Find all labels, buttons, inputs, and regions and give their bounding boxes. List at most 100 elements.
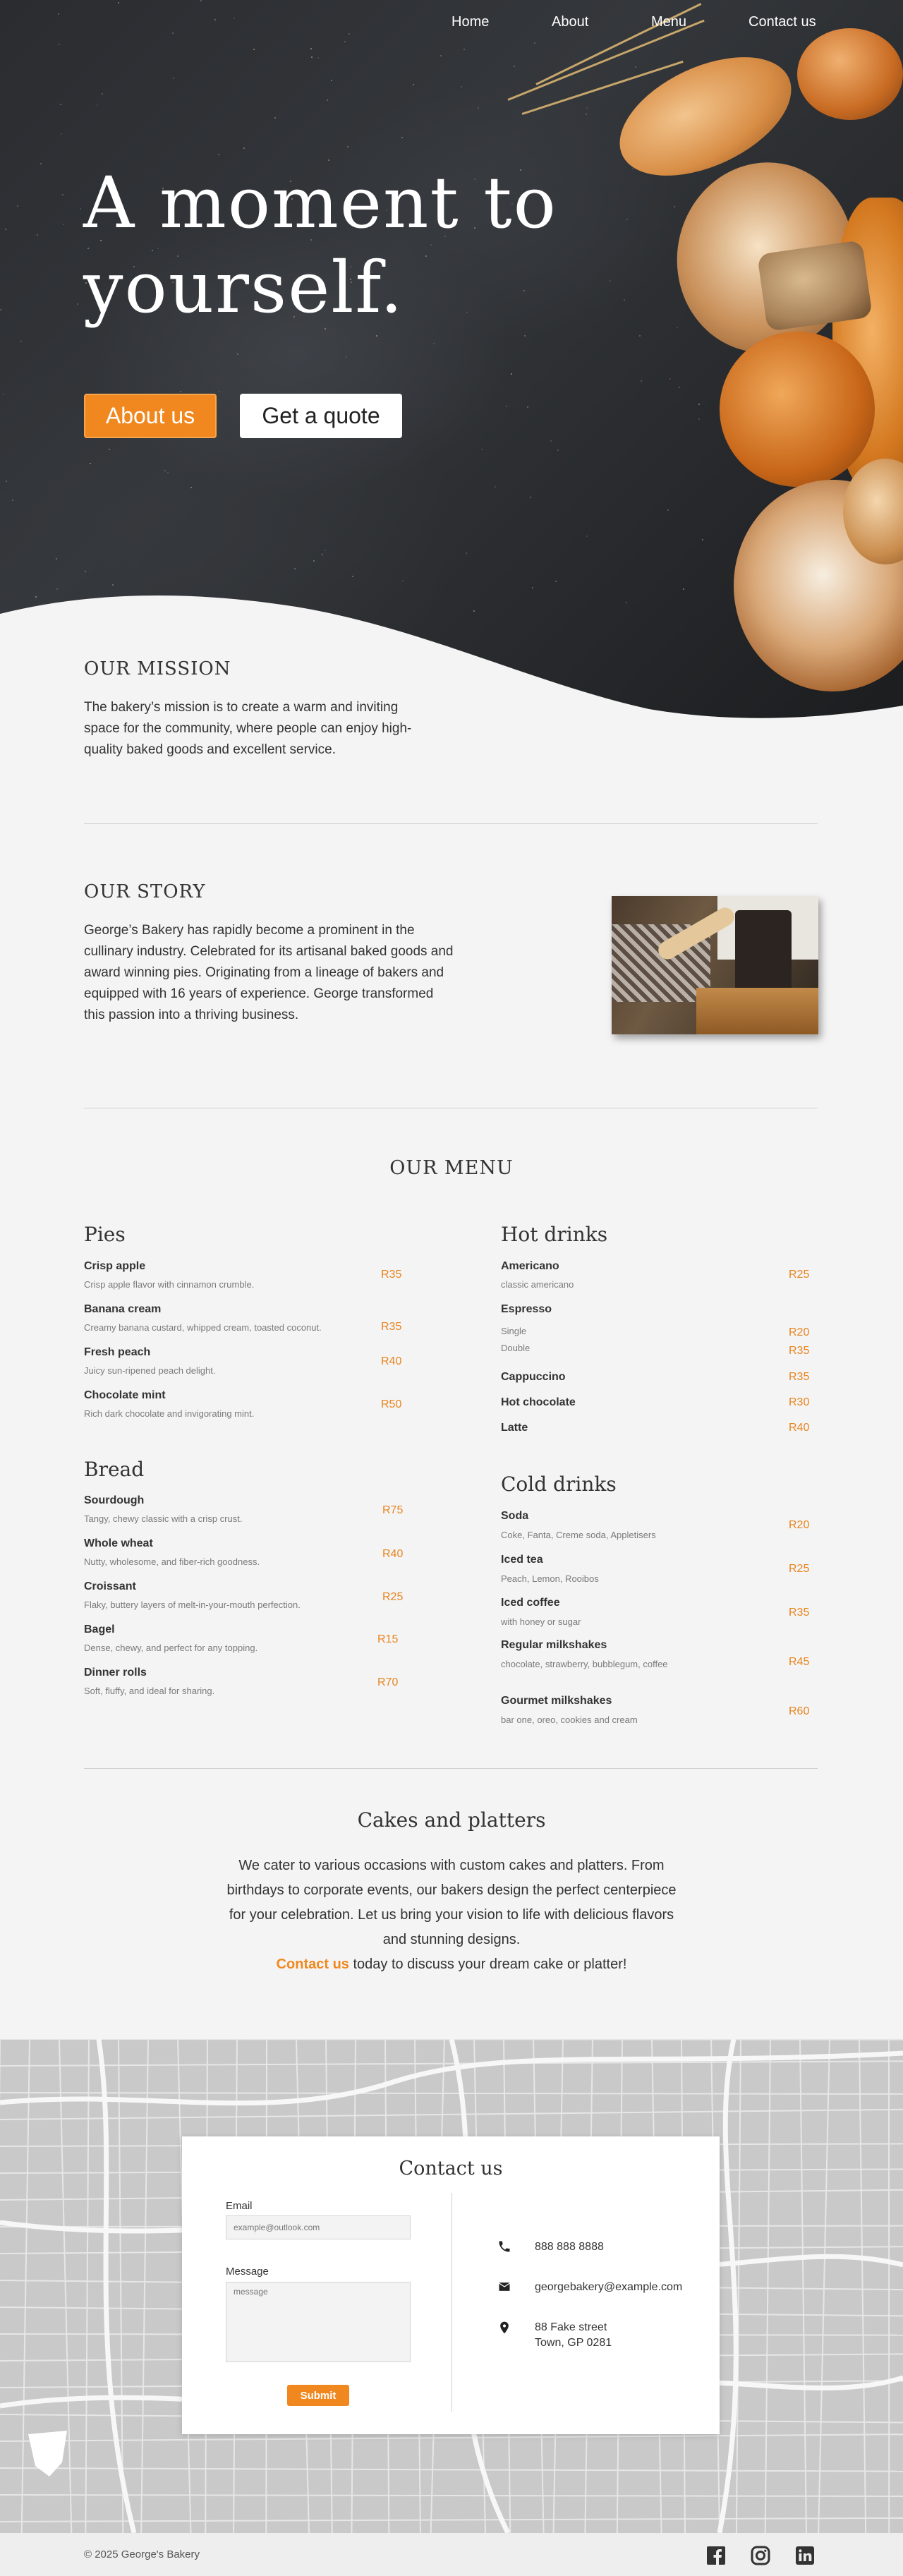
message-label: Message (226, 2266, 269, 2278)
instagram-icon[interactable] (751, 2546, 770, 2565)
menu-item-name: Dinner rolls (84, 1667, 147, 1679)
menu-category-cold-drinks: Cold drinks (501, 1473, 617, 1496)
cakes-cta-text: today to discuss your dream cake or plat… (349, 1957, 627, 1972)
menu-item-price: R35 (381, 1269, 402, 1281)
footer-copyright: © 2025 George's Bakery (84, 2548, 200, 2560)
contact-address-line-2: Town, GP 0281 (535, 2337, 612, 2349)
bread-loaf-image (757, 240, 873, 332)
nav-menu-link[interactable]: Menu (651, 14, 686, 30)
menu-item-description: chocolate, strawberry, bubblegum, coffee (501, 1659, 668, 1669)
menu-title: OUR MENU (389, 1157, 514, 1179)
menu-item-description: Soft, fluffy, and ideal for sharing. (84, 1686, 215, 1696)
mail-icon (499, 2282, 510, 2291)
menu-item-price: R45 (789, 1656, 810, 1668)
mission-heading: OUR MISSION (84, 658, 231, 679)
menu-item-name: Bagel (84, 1623, 115, 1635)
menu-item-price: R40 (381, 1355, 402, 1367)
cakes-text: We cater to various occasions with custo… (226, 1854, 677, 1977)
contact-us-link[interactable]: Contact us (277, 1957, 349, 1972)
contact-card: Contact us Email Message Submit 888 888 … (182, 2136, 720, 2434)
nav-contact-link[interactable]: Contact us (749, 14, 816, 30)
menu-item-name: Americano (501, 1260, 559, 1272)
hero-title-line-1: A moment to (83, 162, 557, 244)
menu-item-description: Nutty, wholesome, and fiber-rich goodnes… (84, 1556, 260, 1567)
menu-item-name: Gourmet milkshakes (501, 1695, 612, 1707)
menu-item-name: Chocolate mint (84, 1389, 166, 1401)
menu-category-hot-drinks: Hot drinks (501, 1223, 608, 1246)
email-field[interactable] (226, 2215, 411, 2239)
menu-item-description: Peach, Lemon, Rooibos (501, 1573, 599, 1584)
contact-title: Contact us (399, 2158, 503, 2179)
baker-photo (612, 896, 818, 1034)
contact-address-line-1: 88 Fake street (535, 2321, 607, 2333)
menu-item-name: Espresso (501, 1303, 552, 1315)
menu-item-price: R30 (789, 1396, 810, 1408)
section-divider (84, 823, 818, 824)
menu-item-description: Rich dark chocolate and invigorating min… (84, 1408, 255, 1419)
menu-item-name: Croissant (84, 1580, 136, 1592)
menu-item-description: Flaky, buttery layers of melt-in-your-mo… (84, 1600, 301, 1610)
menu-item-description: classic americano (501, 1279, 574, 1290)
menu-item-name: Regular milkshakes (501, 1639, 607, 1651)
menu-item-price: R60 (789, 1705, 810, 1717)
menu-item-name: Fresh peach (84, 1346, 151, 1358)
top-navigation: Home About Menu Contact us (0, 0, 903, 44)
menu-item-description: Creamy banana custard, whipped cream, to… (84, 1322, 322, 1333)
menu-category-bread: Bread (84, 1458, 145, 1481)
nav-about-link[interactable]: About (552, 14, 588, 30)
location-pin-icon (500, 2321, 509, 2334)
menu-item-name: Crisp apple (84, 1260, 146, 1272)
menu-item-price: R20 (789, 1519, 810, 1531)
facebook-icon[interactable] (706, 2546, 726, 2565)
menu-item-description: with honey or sugar (501, 1616, 581, 1627)
hero-section: Home About Menu Contact us A moment to y… (0, 0, 903, 720)
footer: © 2025 George's Bakery (0, 2533, 903, 2576)
menu-item-price: R35 (789, 1345, 810, 1357)
menu-item-price: R40 (789, 1422, 810, 1434)
menu-item-name: Cappuccino (501, 1371, 566, 1383)
menu-item-price: R25 (789, 1563, 810, 1575)
email-label: Email (226, 2200, 253, 2212)
menu-item-price: R50 (381, 1398, 402, 1410)
menu-item-price: R25 (789, 1269, 810, 1281)
menu-item-description: Tangy, chewy classic with a crisp crust. (84, 1513, 243, 1524)
menu-item-name: Iced coffee (501, 1597, 560, 1609)
linkedin-icon[interactable] (795, 2546, 815, 2565)
menu-item-price: R35 (381, 1321, 402, 1333)
get-a-quote-button[interactable]: Get a quote (240, 394, 402, 438)
menu-item-price: R25 (382, 1591, 404, 1603)
contact-email[interactable]: georgebakery@example.com (535, 2280, 682, 2295)
phone-icon (499, 2241, 510, 2252)
nav-home-link[interactable]: Home (452, 14, 489, 30)
menu-item-name: Iced tea (501, 1554, 543, 1566)
menu-item-price: R40 (382, 1548, 404, 1560)
about-us-button[interactable]: About us (84, 394, 217, 438)
menu-item-price: R15 (377, 1633, 399, 1645)
contact-phone: 888 888 8888 (535, 2241, 604, 2253)
menu-item-description: Juicy sun-ripened peach delight. (84, 1365, 216, 1376)
mission-text: The bakery’s mission is to create a warm… (84, 700, 412, 757)
hero-title-line-2: yourself. (83, 246, 404, 329)
menu-item-name: Soda (501, 1510, 529, 1522)
story-heading: OUR STORY (84, 881, 206, 902)
menu-item-price: R35 (789, 1371, 810, 1383)
story-text: George’s Bakery has rapidly become a pro… (84, 923, 454, 1022)
menu-item-price: R75 (382, 1504, 404, 1516)
menu-item-name: Sourdough (84, 1494, 145, 1506)
map-water-feature (28, 2431, 67, 2477)
menu-item-description: Crisp apple flavor with cinnamon crumble… (84, 1279, 255, 1290)
menu-item-description: Double (501, 1343, 531, 1353)
menu-item-price: R20 (789, 1326, 810, 1338)
message-field[interactable] (226, 2282, 411, 2362)
submit-button[interactable]: Submit (287, 2385, 349, 2406)
menu-item-price: R70 (377, 1676, 399, 1688)
menu-category-pies: Pies (84, 1223, 126, 1246)
menu-item-description: bar one, oreo, cookies and cream (501, 1715, 638, 1725)
cakes-description: We cater to various occasions with custo… (226, 1858, 677, 1947)
cakes-title: Cakes and platters (357, 1808, 546, 1832)
menu-item-description: Coke, Fanta, Creme soda, Appletisers (501, 1530, 656, 1540)
section-divider (84, 1768, 818, 1769)
menu-item-description: Dense, chewy, and perfect for any toppin… (84, 1643, 258, 1653)
menu-item-name: Hot chocolate (501, 1396, 576, 1408)
bread-loaf-image (720, 332, 875, 487)
